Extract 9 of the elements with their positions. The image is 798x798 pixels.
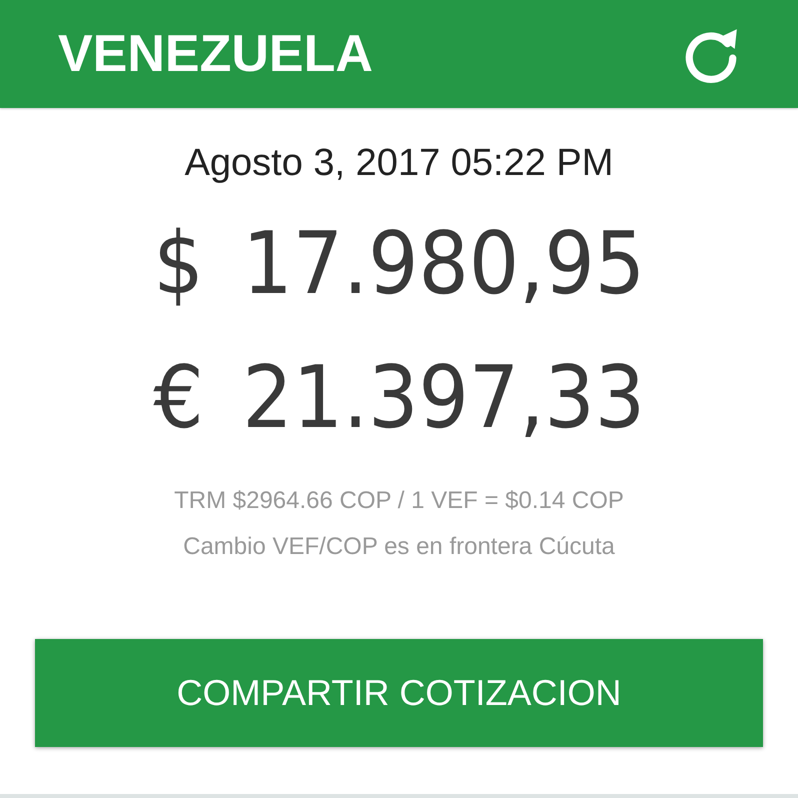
date-time: Agosto 3, 2017 05:22 PM: [184, 142, 614, 185]
exchange-amount: 17.980,95: [242, 221, 645, 307]
currency-symbol: $: [153, 221, 204, 307]
currency-symbol: €: [153, 355, 204, 441]
share-button[interactable]: COMPARTIR COTIZACION: [35, 639, 763, 747]
rate-note: TRM $2964.66 COP / 1 VEF = $0.14 COP: [174, 487, 624, 515]
exchange-amount: 21.397,33: [242, 355, 645, 441]
rate-note: Cambio VEF/COP es en frontera Cúcuta: [183, 533, 615, 561]
app-title: VENEZUELA: [58, 24, 373, 84]
